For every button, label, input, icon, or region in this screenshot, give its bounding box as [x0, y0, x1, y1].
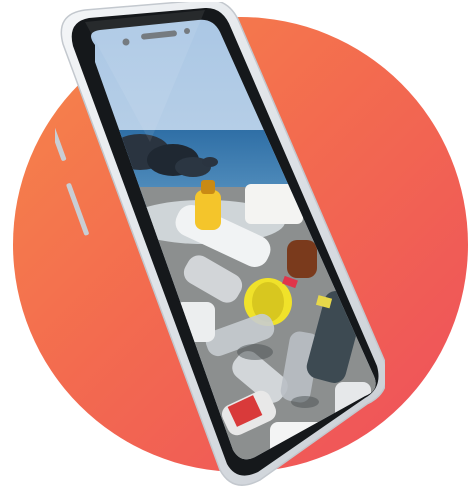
plastic-bottle-pile: [115, 180, 376, 460]
smartphone: [55, 2, 385, 491]
hero-illustration: [0, 0, 470, 491]
